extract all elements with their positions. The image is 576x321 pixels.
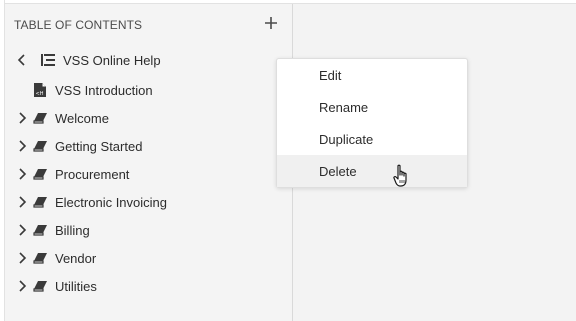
toc-item-getting-started[interactable]: Getting Started [15, 133, 142, 159]
toc-root-label: VSS Online Help [63, 52, 161, 68]
book-icon [31, 138, 49, 154]
toc-item-label: Electronic Invoicing [55, 194, 167, 210]
menu-item-label: Delete [319, 163, 357, 179]
book-icon [31, 250, 49, 266]
toc-item-label: Getting Started [55, 138, 143, 154]
menu-item-rename[interactable]: Rename [277, 91, 467, 123]
chevron-right-icon[interactable] [15, 223, 29, 237]
toc-item-procurement[interactable]: Procurement [15, 161, 129, 187]
toc-item-utilities[interactable]: Utilities [15, 273, 97, 299]
hand-pointer-icon [393, 164, 407, 187]
menu-item-duplicate[interactable]: Duplicate [277, 123, 467, 155]
menu-item-label: Rename [319, 99, 369, 115]
svg-text:<H: <H [36, 91, 44, 97]
chevron-right-icon[interactable] [15, 111, 29, 125]
toc-item-welcome[interactable]: Welcome [15, 105, 109, 131]
toc-header: TABLE OF CONTENTS [14, 18, 143, 32]
toc-root-item[interactable]: VSS Online Help [15, 47, 161, 73]
menu-item-label: Edit [319, 67, 342, 83]
plus-icon [265, 17, 277, 29]
toc-intro-item[interactable]: <H VSS Introduction [31, 77, 153, 103]
toc-item-label: Welcome [55, 110, 109, 126]
context-menu: Edit Rename Duplicate Delete [276, 58, 468, 188]
book-icon [31, 194, 49, 210]
chevron-right-icon[interactable] [15, 167, 29, 181]
book-icon [31, 222, 49, 238]
menu-item-delete[interactable]: Delete [277, 155, 467, 187]
book-icon [31, 110, 49, 126]
chevron-right-icon[interactable] [15, 195, 29, 209]
toc-intro-label: VSS Introduction [55, 82, 153, 98]
toc-item-label: Vendor [55, 250, 97, 266]
book-icon [31, 278, 49, 294]
toc-item-label: Procurement [55, 166, 130, 182]
toc-item-label: Utilities [55, 278, 97, 294]
toc-item-vendor[interactable]: Vendor [15, 245, 96, 271]
menu-item-label: Duplicate [319, 131, 374, 147]
chevron-right-icon[interactable] [15, 279, 29, 293]
menu-item-edit[interactable]: Edit [277, 59, 467, 91]
toc-item-label: Billing [55, 222, 90, 238]
chevron-right-icon[interactable] [15, 251, 29, 265]
html-file-icon: <H [31, 82, 49, 98]
document-tree-icon [39, 52, 57, 68]
chevron-right-icon[interactable] [15, 139, 29, 153]
chevron-left-icon[interactable] [15, 53, 29, 67]
add-topic-button[interactable] [261, 13, 281, 33]
book-icon [31, 166, 49, 182]
toc-item-billing[interactable]: Billing [15, 217, 90, 243]
toc-item-electronic-invoicing[interactable]: Electronic Invoicing [15, 189, 167, 215]
app-window: TABLE OF CONTENTS VSS Online Help <H VSS… [0, 0, 576, 321]
